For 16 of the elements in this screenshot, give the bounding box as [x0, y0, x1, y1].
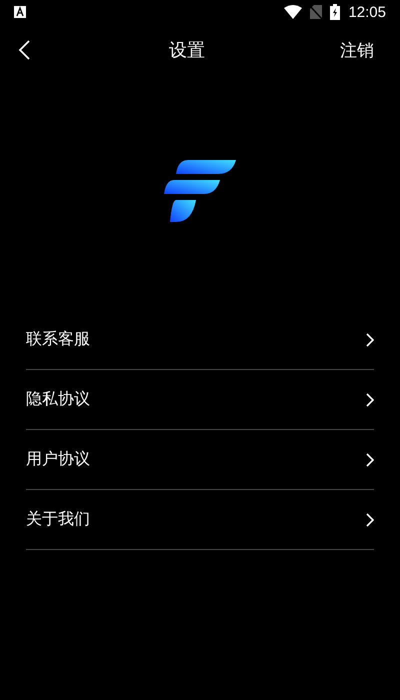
- wifi-icon: [284, 5, 302, 19]
- menu-item[interactable]: 隐私协议: [26, 370, 374, 430]
- status-time: 12:05: [348, 4, 386, 20]
- chevron-right-icon: [366, 512, 374, 526]
- chevron-right-icon: [366, 392, 374, 406]
- notification-icon: [14, 6, 26, 18]
- logo-icon: [164, 160, 236, 224]
- menu-item[interactable]: 联系客服: [26, 310, 374, 370]
- menu-item[interactable]: 关于我们: [26, 490, 374, 550]
- menu-item[interactable]: 用户协议: [26, 430, 374, 490]
- chevron-right-icon: [366, 452, 374, 466]
- logout-button[interactable]: 注销: [340, 38, 374, 62]
- battery-charging-icon: [330, 4, 340, 20]
- no-sim-icon: [310, 5, 322, 19]
- page-title: 设置: [168, 39, 206, 62]
- chevron-right-icon: [366, 332, 374, 346]
